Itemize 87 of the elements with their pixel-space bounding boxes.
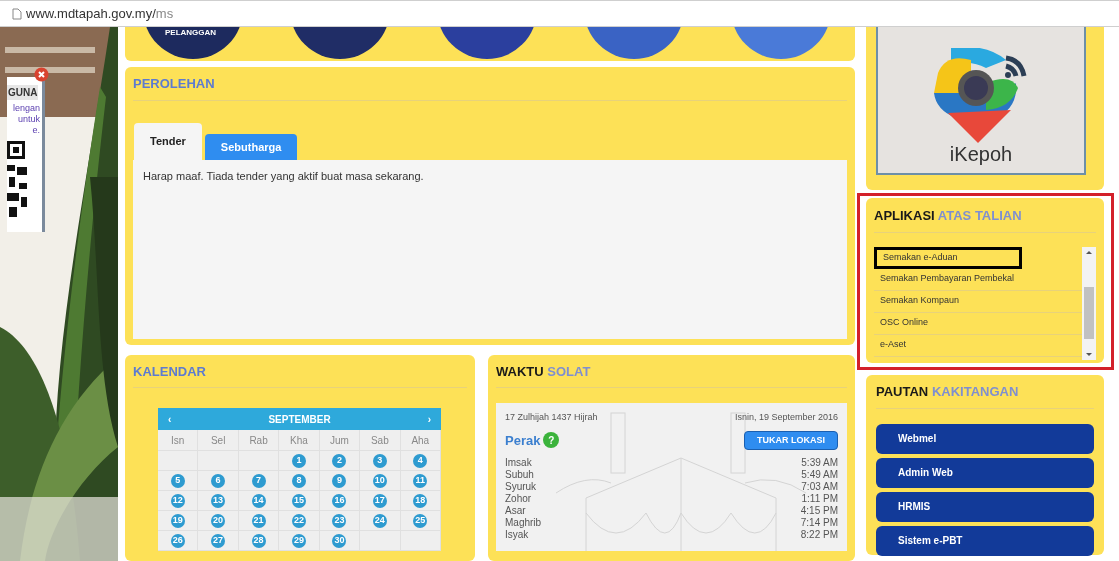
calendar-day[interactable]: 28 <box>251 533 266 548</box>
calendar-day[interactable]: 7 <box>251 473 266 488</box>
url-text[interactable]: www.mdtapah.gov.my/ms <box>26 3 174 24</box>
prayer-name: Zohor <box>505 493 532 506</box>
month-title: SEPTEMBER <box>268 412 331 427</box>
change-location-button[interactable]: TUKAR LOKASI <box>744 430 838 450</box>
calendar-day[interactable]: 25 <box>413 513 428 528</box>
staff-link-button[interactable]: Sistem e-PBT <box>876 525 1094 556</box>
calendar-day[interactable]: 10 <box>372 473 387 488</box>
ikepoh-banner[interactable]: iKepoh <box>876 27 1086 175</box>
weekday-label: Rab <box>238 430 280 452</box>
calendar-day[interactable]: 14 <box>251 493 266 508</box>
staff-link-button[interactable]: HRMIS <box>876 491 1094 522</box>
next-month-button[interactable]: › <box>427 411 431 427</box>
calendar-day[interactable]: 18 <box>413 493 428 508</box>
list-link[interactable]: OSC Online <box>874 312 1082 335</box>
calendar-day[interactable]: 24 <box>372 513 387 528</box>
close-icon[interactable] <box>34 67 49 82</box>
popup-text: untuk <box>17 114 40 125</box>
prayer-name: Maghrib <box>505 517 542 530</box>
prayer-time: 1:11 PM <box>801 493 838 506</box>
calendar-day[interactable]: 27 <box>211 533 226 548</box>
page-icon <box>12 7 22 20</box>
calendar-day[interactable]: 11 <box>413 473 428 488</box>
list-link[interactable]: e-Aset <box>874 334 1082 357</box>
weekday-label: Aha <box>400 430 441 452</box>
list-link[interactable]: Semakan Kompaun <box>874 290 1082 313</box>
panel-title: WAKTU SOLAT <box>496 362 592 381</box>
prayer-name: Imsak <box>505 457 532 470</box>
list-link[interactable]: Semakan e-Aduan <box>874 246 1022 269</box>
gregorian-date: Isnin, 19 September 2016 <box>734 411 838 425</box>
logo-text: iKepoh <box>949 143 1013 165</box>
prayer-time: 7:14 PM <box>800 517 838 530</box>
calendar-day[interactable]: 5 <box>170 473 185 488</box>
weekday-label: Isn <box>158 430 199 452</box>
prayer-time: 5:49 AM <box>801 469 838 482</box>
staff-link-button[interactable]: Webmel <box>876 423 1094 454</box>
tab[interactable]: Tender <box>134 122 202 160</box>
weekday-label: Kha <box>279 430 320 452</box>
popup-text: lengan <box>12 103 40 114</box>
calendar-day[interactable]: 22 <box>292 513 306 528</box>
popup-title: GUNA <box>7 85 39 100</box>
calendar-day[interactable]: 20 <box>211 513 226 528</box>
panel-title: PEROLEHAN <box>133 75 216 94</box>
prayer-time: 7:03 AM <box>801 481 838 494</box>
panel-title: APLIKASI ATAS TALIAN <box>874 207 1023 225</box>
hijri-date: 17 Zulhijah 1437 Hijrah <box>505 411 598 425</box>
calendar-day[interactable]: 4 <box>413 453 428 468</box>
prayer-time: 5:39 AM <box>801 457 838 470</box>
prayer-name: Isyak <box>505 529 529 542</box>
panel-title: KALENDAR <box>133 362 207 381</box>
circle-caption: PELANGGAN <box>165 27 217 39</box>
calendar-day[interactable]: 30 <box>332 533 347 548</box>
prayer-time: 4:15 PM <box>800 505 838 518</box>
panel-title: PAUTAN KAKITANGAN <box>876 383 1020 401</box>
calendar-day[interactable]: 2 <box>332 453 347 468</box>
tab[interactable]: Sebutharga <box>204 133 298 160</box>
calendar-day[interactable]: 16 <box>332 493 347 508</box>
message-text: Harap maaf. Tiada tender yang aktif buat masa sekarang. <box>143 168 425 184</box>
calendar-day[interactable]: 6 <box>211 473 226 488</box>
calendar-day[interactable]: 23 <box>332 513 347 528</box>
prayer-name: Asar <box>505 505 526 518</box>
popup-text: e. <box>32 125 40 136</box>
calendar-day[interactable]: 9 <box>332 473 347 488</box>
calendar-day[interactable]: 8 <box>292 473 306 488</box>
calendar-day[interactable]: 19 <box>170 513 185 528</box>
list-link[interactable]: Semakan Pembayaran Pembekal <box>874 268 1082 291</box>
weekday-label: Sab <box>360 430 401 452</box>
prev-month-button[interactable]: ‹ <box>168 411 172 427</box>
prayer-time: 8:22 PM <box>800 529 838 542</box>
calendar-day[interactable]: 3 <box>372 453 387 468</box>
staff-link-button[interactable]: Admin Web <box>876 457 1094 488</box>
prayer-name: Syuruk <box>505 481 537 494</box>
location-name: Perak <box>505 431 541 450</box>
weekday-label: Jum <box>319 430 361 452</box>
calendar-day[interactable]: 29 <box>292 533 306 548</box>
calendar-day[interactable]: 26 <box>170 533 185 548</box>
calendar-day[interactable]: 21 <box>251 513 266 528</box>
prayer-name: Subuh <box>505 469 534 482</box>
weekday-label: Sel <box>198 430 239 452</box>
calendar-day[interactable]: 1 <box>292 453 306 468</box>
calendar-day[interactable]: 17 <box>372 493 387 508</box>
calendar-day[interactable]: 13 <box>211 493 226 508</box>
scrollbar[interactable] <box>1082 246 1096 360</box>
help-badge[interactable]: ? <box>543 432 560 449</box>
calendar-day[interactable]: 15 <box>292 493 306 508</box>
calendar-day[interactable]: 12 <box>170 493 185 508</box>
